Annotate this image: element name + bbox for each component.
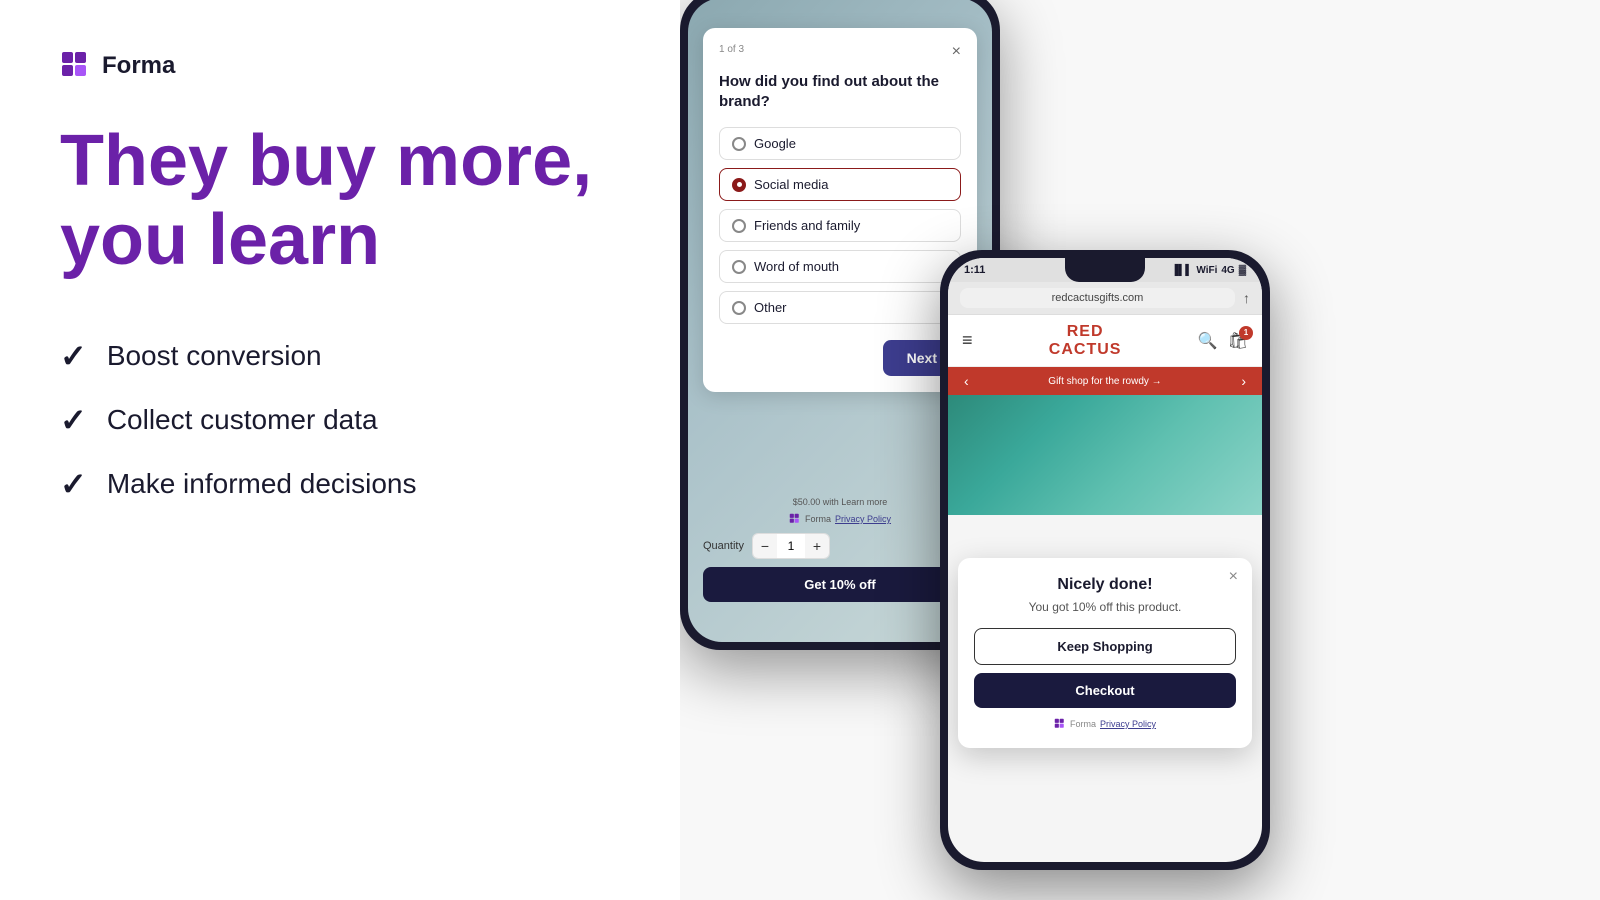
rc-forma-footer: Forma Privacy Policy	[974, 718, 1236, 730]
quantity-plus-button[interactable]: +	[805, 534, 829, 558]
rc-status-time: 1:11	[964, 264, 985, 276]
rc-url-display[interactable]: redcactusgifts.com	[960, 288, 1235, 308]
rc-success-modal: × Nicely done! You got 10% off this prod…	[958, 558, 1252, 748]
privacy-policy-survey[interactable]: Privacy Policy	[835, 514, 891, 524]
rc-navbar: ≡ RED CACTUS 🔍 🛍 1	[948, 315, 1262, 367]
feature-text-decisions: Make informed decisions	[107, 468, 417, 500]
survey-modal: 1 of 3 × How did you find out about the …	[703, 28, 977, 392]
rc-battery-icon: 4G	[1221, 265, 1234, 276]
features-list: ✓ Boost conversion ✓ Collect customer da…	[60, 340, 620, 500]
phone-redcactus: 1:11 ▐▌▌ WiFi 4G ▓ redcactusgifts.com ↑ …	[940, 250, 1270, 870]
rc-hamburger-icon[interactable]: ≡	[962, 330, 973, 351]
rc-promo-text: Gift shop for the rowdy →	[969, 376, 1242, 387]
rc-urlbar: redcactusgifts.com ↑	[948, 282, 1262, 315]
survey-option-word-label: Word of mouth	[754, 259, 839, 274]
checkmark-icon: ✓	[60, 340, 87, 372]
rc-statusbar-right: ▐▌▌ WiFi 4G ▓	[1171, 265, 1246, 276]
quantity-label: Quantity	[703, 540, 744, 552]
survey-option-social-label: Social media	[754, 177, 828, 192]
quantity-control: − 1 +	[752, 533, 830, 559]
rc-promo-arrow-right[interactable]: ›	[1241, 373, 1246, 389]
rc-modal-close-button[interactable]: ×	[1229, 568, 1238, 586]
rc-cart-badge-count: 1	[1239, 326, 1253, 340]
survey-close-button[interactable]: ×	[952, 44, 961, 60]
rc-modal-title: Nicely done!	[974, 576, 1236, 594]
get-discount-button[interactable]: Get 10% off	[703, 567, 977, 602]
radio-other	[732, 301, 746, 315]
rc-wifi-icon: WiFi	[1196, 265, 1217, 276]
survey-option-google-label: Google	[754, 136, 796, 151]
survey-bottom: $50.00 with Learn more Forma Privacy Pol…	[703, 497, 977, 602]
shop-pay-text: $50.00 with Learn more	[703, 497, 977, 507]
forma-label-survey: Forma	[805, 514, 831, 524]
feature-collect-data: ✓ Collect customer data	[60, 404, 620, 436]
rc-brand-line2: CACTUS	[1049, 341, 1122, 359]
rc-share-icon[interactable]: ↑	[1243, 290, 1250, 306]
survey-option-other[interactable]: Other	[719, 291, 961, 324]
rc-forma-icon	[1054, 718, 1066, 730]
rc-forma-label: Forma	[1070, 719, 1096, 729]
rc-brand-logo: RED CACTUS	[1049, 323, 1122, 358]
headline-they-buy: They buy more,	[60, 121, 592, 201]
rc-checkout-button[interactable]: Checkout	[974, 673, 1236, 708]
radio-word	[732, 260, 746, 274]
feature-text-boost: Boost conversion	[107, 340, 322, 372]
rc-brand-line1: RED	[1049, 323, 1122, 341]
headline: They buy more, you learn	[60, 122, 620, 280]
radio-friends	[732, 219, 746, 233]
quantity-row: Quantity − 1 +	[703, 533, 977, 559]
survey-question: How did you find out about the brand?	[719, 72, 961, 111]
survey-option-friends-family[interactable]: Friends and family	[719, 209, 961, 242]
rc-privacy-label[interactable]: Privacy Policy	[1100, 719, 1156, 729]
quantity-value: 1	[777, 534, 805, 558]
rc-cart-icon[interactable]: 🛍 1	[1228, 331, 1248, 351]
phone-rc-screen: 1:11 ▐▌▌ WiFi 4G ▓ redcactusgifts.com ↑ …	[948, 258, 1262, 862]
phone-notch	[1065, 258, 1145, 282]
radio-google	[732, 137, 746, 151]
feature-informed-decisions: ✓ Make informed decisions	[60, 468, 620, 500]
survey-option-social-media[interactable]: Social media	[719, 168, 961, 201]
logo-text: Forma	[102, 52, 175, 80]
forma-footer-survey: Forma Privacy Policy	[703, 513, 977, 525]
survey-header: 1 of 3 ×	[719, 44, 961, 60]
survey-step: 1 of 3	[719, 44, 744, 55]
right-panel: 1 of 3 × How did you find out about the …	[680, 0, 1600, 900]
survey-option-other-label: Other	[754, 300, 787, 315]
feature-boost-conversion: ✓ Boost conversion	[60, 340, 620, 372]
survey-option-word-of-mouth[interactable]: Word of mouth	[719, 250, 961, 283]
rc-modal-subtitle: You got 10% off this product.	[974, 600, 1236, 614]
checkmark-icon-3: ✓	[60, 468, 87, 500]
survey-option-friends-label: Friends and family	[754, 218, 860, 233]
feature-text-collect: Collect customer data	[107, 404, 378, 436]
radio-social-media	[732, 178, 746, 192]
forma-logo-icon	[60, 50, 92, 82]
headline-you-learn: you learn	[60, 200, 380, 280]
quantity-minus-button[interactable]: −	[753, 534, 777, 558]
forma-footer-icon	[789, 513, 801, 525]
rc-search-icon[interactable]: 🔍	[1198, 331, 1218, 351]
logo-area: Forma	[60, 50, 620, 82]
rc-nav-icons: 🔍 🛍 1	[1198, 331, 1248, 351]
survey-option-google[interactable]: Google	[719, 127, 961, 160]
checkmark-icon-2: ✓	[60, 404, 87, 436]
rc-battery-indicator: ▓	[1239, 265, 1246, 276]
rc-signal-icon: ▐▌▌	[1171, 265, 1192, 276]
rc-promo-bar: ‹ Gift shop for the rowdy → ›	[948, 367, 1262, 395]
rc-keep-shopping-button[interactable]: Keep Shopping	[974, 628, 1236, 665]
left-panel: Forma They buy more, you learn ✓ Boost c…	[0, 0, 680, 900]
rc-product-image	[948, 395, 1262, 515]
